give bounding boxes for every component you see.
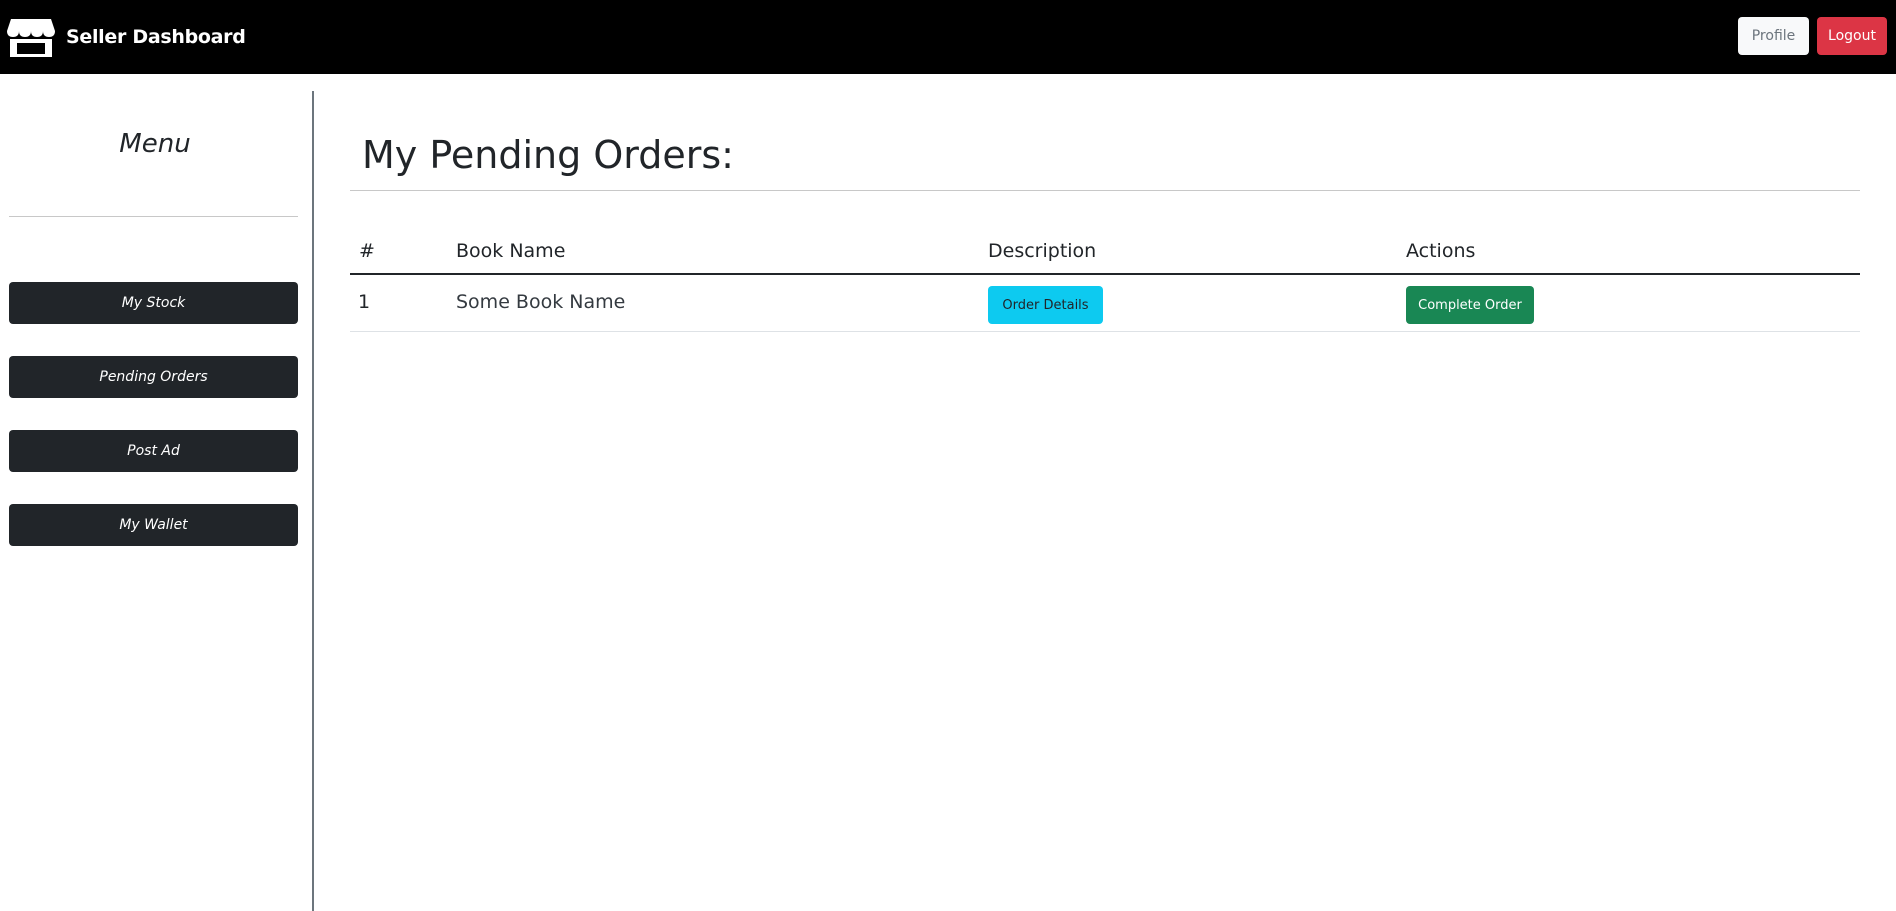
column-header-book-name: Book Name xyxy=(456,240,566,262)
store-icon[interactable] xyxy=(7,17,55,58)
title-divider xyxy=(350,190,1860,191)
profile-button[interactable]: Profile xyxy=(1738,17,1809,55)
order-details-button[interactable]: Order Details xyxy=(988,286,1103,324)
sidebar-item-my-stock[interactable]: My Stock xyxy=(9,282,298,324)
book-name: Some Book Name xyxy=(456,291,626,313)
page-title: My Pending Orders: xyxy=(362,133,734,177)
sidebar-divider xyxy=(312,91,314,911)
column-header-number: # xyxy=(359,240,375,262)
logout-button[interactable]: Logout xyxy=(1817,17,1887,55)
order-number: 1 xyxy=(358,291,371,313)
sidebar-item-post-ad[interactable]: Post Ad xyxy=(9,430,298,472)
menu-title: Menu xyxy=(119,129,191,159)
sidebar xyxy=(0,74,313,911)
table-header-border xyxy=(350,273,1860,275)
table-row-border xyxy=(350,331,1860,332)
sidebar-item-my-wallet[interactable]: My Wallet xyxy=(9,504,298,546)
top-navbar: Seller Dashboard Profile Logout xyxy=(0,0,1896,74)
column-header-description: Description xyxy=(988,240,1097,262)
sidebar-item-pending-orders[interactable]: Pending Orders xyxy=(9,356,298,398)
brand-title[interactable]: Seller Dashboard xyxy=(66,25,246,49)
menu-divider xyxy=(9,216,298,217)
column-header-actions: Actions xyxy=(1406,240,1476,262)
complete-order-button[interactable]: Complete Order xyxy=(1406,286,1534,324)
